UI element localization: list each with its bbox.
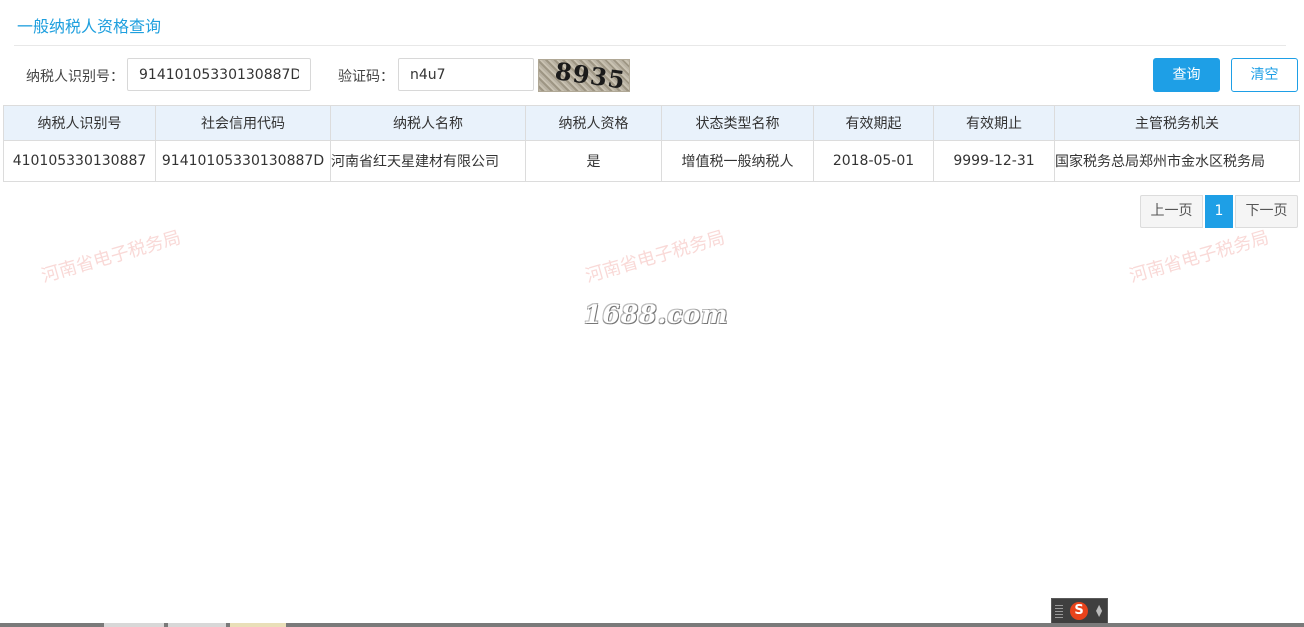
pagination-prev-button[interactable]: 上一页 <box>1140 195 1203 228</box>
taxpayer-id-input[interactable] <box>127 58 311 91</box>
captcha-image-text: 8935 <box>553 59 628 92</box>
taxpayer-id-label: 纳税人识别号： <box>26 69 124 85</box>
watermark: 河南省电子税务局 <box>583 227 728 288</box>
clear-button[interactable]: 清空 <box>1231 58 1298 92</box>
watermark: 河南省电子税务局 <box>39 227 184 288</box>
ime-menu-arrows-icon[interactable]: ▲ ▼ <box>1096 604 1102 618</box>
title-divider <box>14 45 1286 46</box>
table-row: 410105330130887 91410105330130887D 河南省红天… <box>3 140 1300 182</box>
overlay-logo: 1688.com <box>584 300 729 329</box>
cell-taxpayer-id: 410105330130887 <box>3 140 156 182</box>
column-header-qualification: 纳税人资格 <box>525 105 662 141</box>
cell-valid-from: 2018-05-01 <box>813 140 934 182</box>
cell-tax-authority: 国家税务总局郑州市金水区税务局 <box>1054 140 1300 182</box>
result-table: 纳税人识别号 社会信用代码 纳税人名称 纳税人资格 状态类型名称 有效期起 有效… <box>3 105 1300 182</box>
drag-handle-icon[interactable] <box>1055 604 1063 618</box>
column-header-credit-code: 社会信用代码 <box>155 105 331 141</box>
column-header-tax-authority: 主管税务机关 <box>1054 105 1300 141</box>
query-button[interactable]: 查询 <box>1153 58 1220 92</box>
ime-logo-icon[interactable]: S <box>1070 602 1088 620</box>
ime-toolbar[interactable]: S ▲ ▼ <box>1051 598 1108 624</box>
watermark: 河南省电子税务局 <box>1127 227 1272 288</box>
cell-taxpayer-name: 河南省红天星建材有限公司 <box>330 140 526 182</box>
cell-valid-to: 9999-12-31 <box>933 140 1055 182</box>
column-header-taxpayer-name: 纳税人名称 <box>330 105 526 141</box>
cell-credit-code: 91410105330130887D <box>155 140 331 182</box>
column-header-valid-to: 有效期止 <box>933 105 1055 141</box>
captcha-label: 验证码： <box>338 69 394 85</box>
captcha-image[interactable]: 8935 <box>538 59 630 92</box>
column-header-valid-from: 有效期起 <box>813 105 934 141</box>
taskbar-segment <box>230 623 286 627</box>
taskbar-segment <box>168 623 226 627</box>
pagination-next-button[interactable]: 下一页 <box>1235 195 1298 228</box>
captcha-input[interactable] <box>398 58 534 91</box>
pagination-page-1[interactable]: 1 <box>1205 195 1233 228</box>
cell-status-type: 增值税一般纳税人 <box>661 140 814 182</box>
page-title: 一般纳税人资格查询 <box>17 17 162 36</box>
column-header-status-type: 状态类型名称 <box>661 105 814 141</box>
column-header-taxpayer-id: 纳税人识别号 <box>3 105 156 141</box>
taskbar-segment <box>104 623 164 627</box>
cell-qualification: 是 <box>525 140 662 182</box>
table-header-row: 纳税人识别号 社会信用代码 纳税人名称 纳税人资格 状态类型名称 有效期起 有效… <box>3 105 1300 141</box>
